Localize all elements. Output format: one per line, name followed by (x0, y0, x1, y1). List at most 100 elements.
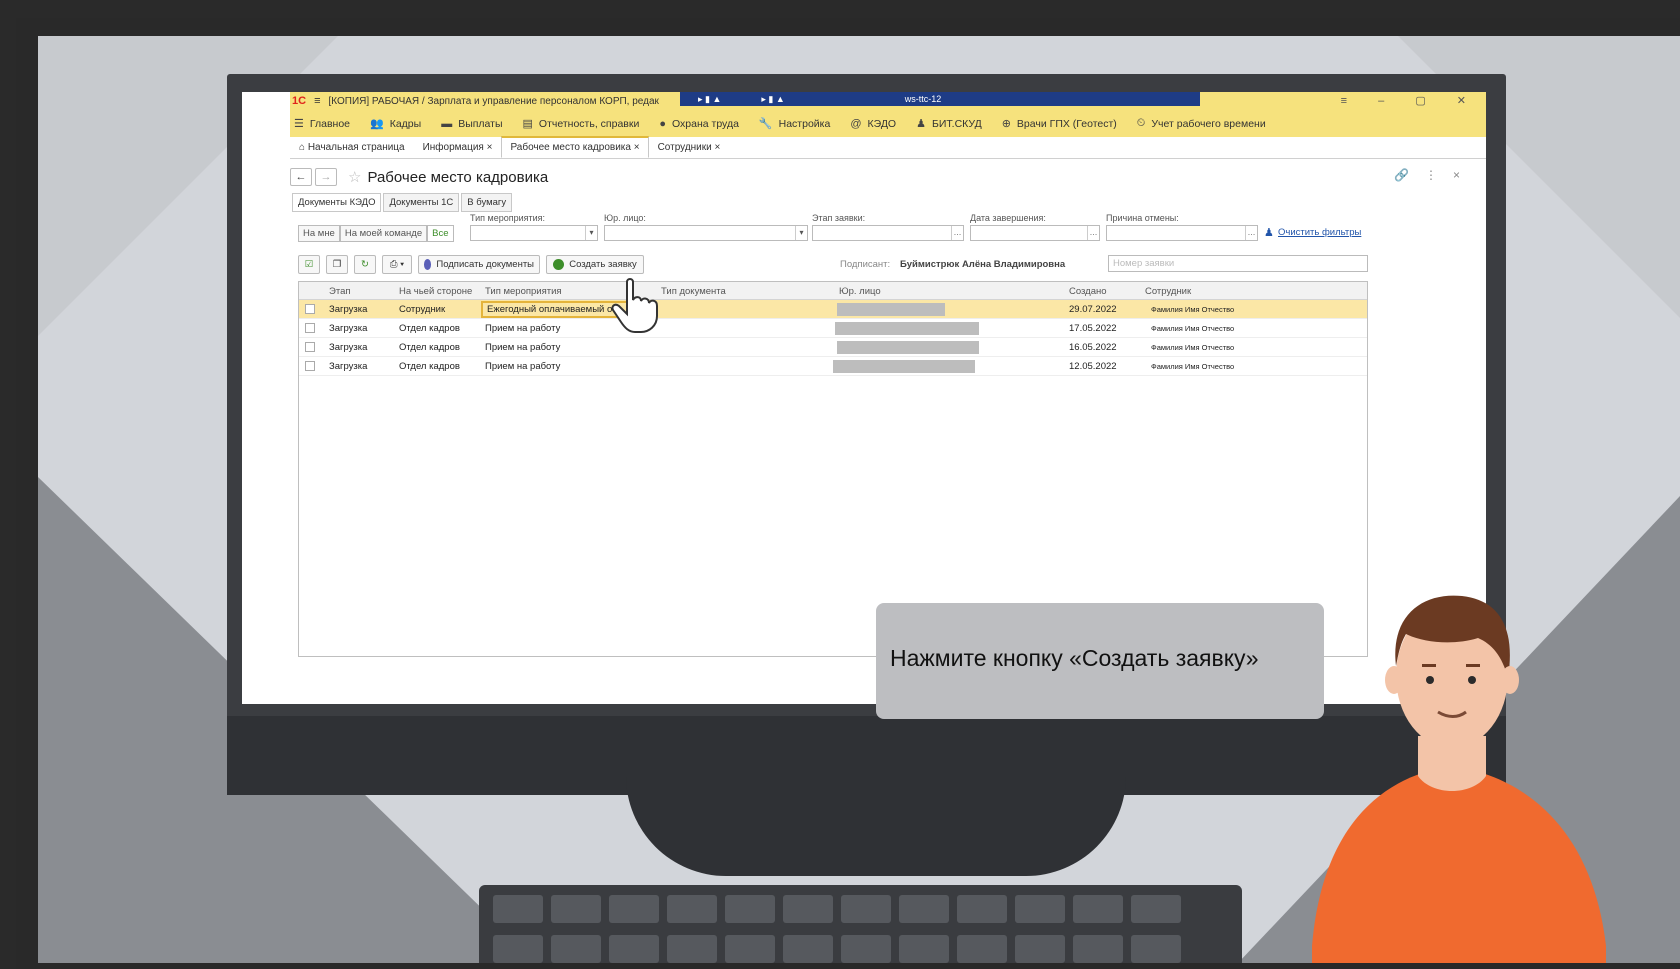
forward-button[interactable]: → (315, 168, 337, 186)
table-row[interactable]: Загрузка Отдел кадров Прием на работу 17… (299, 319, 1367, 338)
menu-item-reports[interactable]: ▤ Отчетность, справки (522, 117, 640, 131)
add-icon (553, 259, 565, 270)
document-subtabs: Документы КЭДО Документы 1С В бумагу (292, 193, 514, 212)
scope-mine[interactable]: На мне (298, 225, 340, 242)
remote-taskbar: ▸ ▮ ▲ ▸ ▮ ▲ ws-ttc-12 (680, 92, 1200, 106)
grid-toolbar: ☑ ❐ ↻ ⎙ ▾ Подписать документы Создать за… (298, 255, 1478, 277)
filter-user-icon: ♟ (1264, 227, 1274, 239)
select-icon[interactable]: … (1087, 226, 1099, 240)
table-row[interactable]: Загрузка Отдел кадров Прием на работу 16… (299, 338, 1367, 357)
col-stage[interactable]: Этап (329, 286, 351, 297)
page-title: Рабочее место кадровика (367, 168, 549, 186)
legal-entity-field[interactable]: ▾ (604, 225, 808, 241)
cell-event-type: Прием на работу (485, 323, 561, 334)
row-checkbox[interactable] (305, 342, 315, 352)
tab-bar: ⌂ Начальная страница Информация × Рабоче… (290, 136, 1486, 159)
col-created[interactable]: Создано (1069, 286, 1107, 297)
menu-item-payments[interactable]: ▬ Выплаты (441, 118, 502, 130)
event-type-field[interactable]: ▾ (470, 225, 598, 241)
menu-item-safety[interactable]: ● Охрана труда (659, 118, 739, 130)
cell-created: 12.05.2022 (1069, 361, 1117, 372)
cell-employee: Фамилия Имя Отчество (1151, 305, 1235, 314)
completion-date-field[interactable]: … (970, 225, 1100, 241)
header-actions[interactable]: 🔗⋮× (1394, 168, 1476, 182)
page-header: ← → ☆ Рабочее место кадровика 🔗⋮× (290, 166, 1486, 188)
monitor-stand (626, 776, 1126, 876)
subtab-paper[interactable]: В бумагу (461, 193, 513, 212)
row-checkbox[interactable] (305, 361, 315, 371)
refresh-button[interactable]: ↻ (354, 255, 376, 274)
taskbar-item: ws-ttc-12 (904, 94, 942, 104)
col-employee[interactable]: Сотрудник (1145, 286, 1191, 297)
tab-employees[interactable]: Сотрудники × (649, 137, 730, 158)
redacted-legal-entity (835, 322, 979, 335)
request-number-input[interactable]: Номер заявки (1108, 255, 1368, 272)
dropdown-icon[interactable]: ▾ (795, 226, 807, 240)
col-side[interactable]: На чьей стороне (399, 286, 472, 297)
scope-team[interactable]: На моей команде (339, 225, 428, 242)
select-icon[interactable]: … (1245, 226, 1257, 240)
select-icon[interactable]: … (951, 226, 963, 240)
tab-info[interactable]: Информация × (414, 137, 502, 158)
dropdown-icon[interactable]: ▾ (585, 226, 597, 240)
legal-entity-label: Юр. лицо: (604, 213, 646, 223)
hint-bubble: Нажмите кнопку «Создать заявку» (876, 603, 1324, 719)
cancel-reason-label: Причина отмены: (1106, 213, 1179, 223)
col-event-type[interactable]: Тип мероприятия (485, 286, 562, 297)
cell-created: 16.05.2022 (1069, 342, 1117, 353)
cancel-reason-field[interactable]: … (1106, 225, 1258, 241)
cell-employee: Фамилия Имя Отчество (1151, 362, 1235, 371)
scope-all[interactable]: Все (427, 225, 454, 242)
requests-table: Этап На чьей стороне Тип мероприятия Тип… (298, 281, 1368, 657)
cell-stage: Загрузка (329, 304, 368, 315)
report-icon: ▤ (522, 118, 533, 130)
pointer-hand-icon (611, 278, 658, 333)
copy-button[interactable]: ❐ (326, 255, 348, 274)
table-row[interactable]: Загрузка Сотрудник Ежегодный оплачиваемы… (299, 300, 1367, 319)
back-button[interactable]: ← (290, 168, 312, 186)
redacted-legal-entity (833, 360, 975, 373)
refresh-icon: ↻ (361, 259, 369, 270)
subtab-kedo-docs[interactable]: Документы КЭДО (292, 193, 382, 212)
stage-field[interactable]: … (812, 225, 964, 241)
menu-item-main[interactable]: ☰ Главное (294, 117, 350, 131)
stage-label: Этап заявки: (812, 213, 866, 223)
redacted-legal-entity (837, 341, 979, 354)
hamburger-icon[interactable]: ≡ (314, 95, 320, 107)
col-legal-entity[interactable]: Юр. лицо (839, 286, 881, 297)
menu-item-kedo[interactable]: @ КЭДО (850, 118, 896, 130)
menu-item-worktime[interactable]: ⏲ Учет рабочего времени (1137, 117, 1266, 130)
cell-stage: Загрузка (329, 342, 368, 353)
cell-created: 29.07.2022 (1069, 304, 1117, 315)
print-button[interactable]: ⎙ ▾ (382, 255, 412, 274)
signal-icon-2: ▸ ▮ ▲ (761, 93, 785, 104)
checkbox-icon: ☑ (304, 259, 314, 270)
menu-item-bit-skud[interactable]: ♟ БИТ.СКУД (916, 117, 982, 131)
clear-filters-link[interactable]: Очистить фильтры (1278, 227, 1361, 238)
copy-icon: ❐ (332, 259, 342, 270)
signer-name[interactable]: Буймистрюк Алёна Владимировна (900, 259, 1065, 270)
helmet-icon: ● (659, 117, 666, 130)
sign-documents-button[interactable]: Подписать документы (418, 255, 540, 274)
subtab-1c-docs[interactable]: Документы 1С (383, 193, 460, 212)
completion-date-label: Дата завершения: (970, 213, 1046, 223)
menu-item-settings[interactable]: 🔧 Настройка (759, 117, 830, 131)
tab-home[interactable]: ⌂ Начальная страница (290, 137, 414, 158)
window-controls[interactable]: ≡ – ▢ ✕ (1341, 94, 1480, 107)
redacted-legal-entity (837, 303, 945, 316)
menu-item-staff[interactable]: 👥 Кадры (370, 117, 421, 131)
tab-hr-workplace[interactable]: Рабочее место кадровика × (501, 136, 649, 158)
tutorial-scene: 1С ≡ [КОПИЯ] РАБОЧАЯ / Зарплата и управл… (38, 36, 1680, 963)
table-header: Этап На чьей стороне Тип мероприятия Тип… (299, 282, 1367, 300)
cell-stage: Загрузка (329, 323, 368, 334)
doctor-icon: ⊕ (1001, 118, 1011, 130)
row-checkbox[interactable] (305, 304, 315, 314)
create-request-button[interactable]: Создать заявку (546, 255, 644, 274)
favorite-star-icon[interactable]: ☆ (348, 168, 361, 186)
row-checkbox[interactable] (305, 323, 315, 333)
check-all-button[interactable]: ☑ (298, 255, 320, 274)
cell-created: 17.05.2022 (1069, 323, 1117, 334)
scope-switch: На мне На моей команде Все (298, 225, 454, 242)
table-row[interactable]: Загрузка Отдел кадров Прием на работу 12… (299, 357, 1367, 376)
menu-item-doctors[interactable]: ⊕ Врачи ГПХ (Геотест) (1001, 117, 1117, 131)
